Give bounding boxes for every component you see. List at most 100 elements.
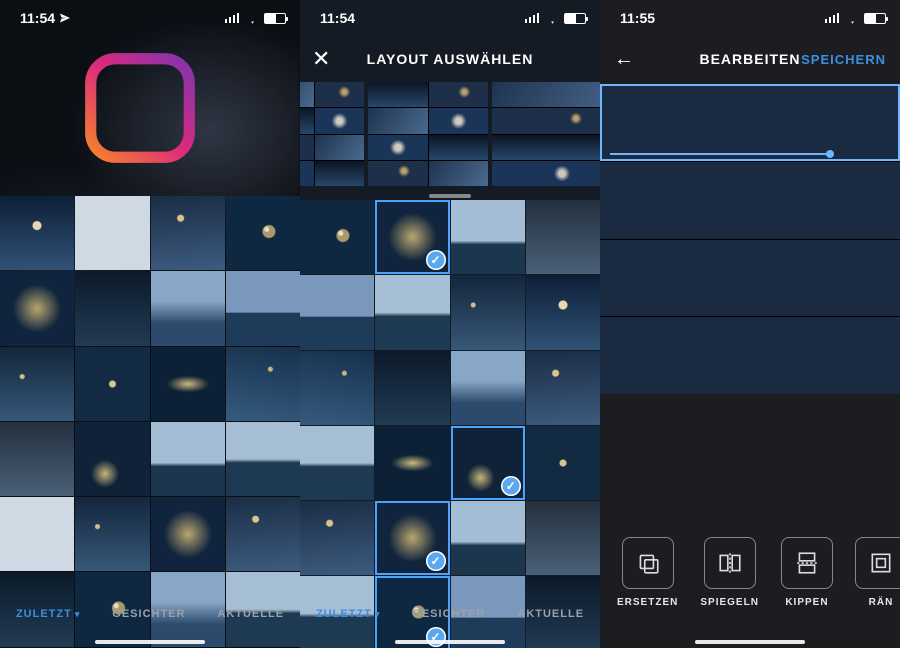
action-flip[interactable]: KIPPEN — [781, 537, 833, 608]
photo-thumb[interactable] — [226, 196, 300, 270]
home-indicator[interactable] — [695, 640, 805, 644]
photo-thumb[interactable] — [300, 200, 374, 274]
layout-option[interactable] — [368, 82, 488, 186]
source-tabs: ZULETZT▾ GESICHTER AKTUELLE — [0, 608, 300, 638]
screen-layout-picker: 11:54 ✕ LAYOUT AUSWÄHLEN ✓ — [300, 0, 600, 648]
photo-thumb[interactable] — [75, 497, 149, 571]
action-label: ERSETZEN — [617, 597, 678, 608]
photo-thumb[interactable] — [151, 196, 225, 270]
collage-cell[interactable] — [600, 317, 900, 394]
collage-preview — [600, 84, 900, 394]
photo-thumb[interactable] — [151, 347, 225, 421]
photo-thumb[interactable] — [300, 501, 374, 575]
photo-thumb[interactable] — [0, 271, 74, 345]
check-icon: ✓ — [501, 476, 521, 496]
photo-thumb[interactable] — [226, 422, 300, 496]
tab-current[interactable]: AKTUELLE — [217, 608, 284, 620]
photo-thumb[interactable] — [151, 497, 225, 571]
home-indicator[interactable] — [95, 640, 205, 644]
collage-cell-selected[interactable] — [600, 84, 900, 161]
chevron-down-icon: ▾ — [375, 609, 381, 620]
location-icon — [59, 12, 71, 24]
photo-grid: ✓ ✓ ✓ ✓ — [300, 200, 600, 604]
photo-thumb[interactable] — [226, 271, 300, 345]
photo-thumb[interactable] — [75, 271, 149, 345]
photo-thumb[interactable] — [151, 422, 225, 496]
crop-slider[interactable] — [610, 153, 830, 155]
screen-edit: 11:55 ← BEARBEITEN SPEICHERN ERSETZEN SP… — [600, 0, 900, 648]
signal-icon — [225, 13, 241, 23]
status-right — [525, 13, 586, 24]
layout-title: LAYOUT AUSWÄHLEN — [367, 51, 534, 67]
photo-thumb[interactable] — [451, 275, 525, 349]
photo-thumb[interactable] — [300, 351, 374, 425]
layout-app-logo — [84, 52, 196, 164]
time-text: 11:54 — [20, 10, 55, 26]
tab-recent[interactable]: ZULETZT▾ — [16, 608, 80, 620]
action-label: KIPPEN — [785, 597, 828, 608]
tab-current[interactable]: AKTUELLE — [517, 608, 584, 620]
photo-thumb[interactable] — [0, 347, 74, 421]
tab-recent[interactable]: ZULETZT▾ — [316, 608, 380, 620]
action-mirror[interactable]: SPIEGELN — [700, 537, 759, 608]
action-border[interactable]: RÄN — [855, 537, 900, 608]
photo-thumb[interactable] — [75, 196, 149, 270]
tab-faces[interactable]: GESICHTER — [112, 608, 185, 620]
layout-header: ✕ LAYOUT AUSWÄHLEN — [300, 36, 600, 82]
status-bar: 11:54 — [0, 0, 300, 36]
layout-options[interactable] — [300, 82, 600, 192]
layout-option[interactable] — [300, 82, 364, 186]
photo-thumb[interactable] — [75, 422, 149, 496]
action-label: SPIEGELN — [700, 597, 759, 608]
photo-thumb[interactable] — [226, 497, 300, 571]
collage-cell[interactable] — [600, 240, 900, 317]
time-text: 11:55 — [620, 10, 655, 26]
photo-thumb[interactable] — [300, 426, 374, 500]
tab-faces[interactable]: GESICHTER — [412, 608, 485, 620]
photo-thumb[interactable] — [375, 351, 449, 425]
photo-thumb[interactable] — [75, 347, 149, 421]
photo-thumb[interactable] — [375, 426, 449, 500]
drag-handle[interactable] — [429, 194, 471, 198]
photo-thumb[interactable] — [226, 347, 300, 421]
status-right — [225, 13, 286, 24]
layout-option[interactable] — [492, 82, 600, 186]
wifi-icon — [845, 13, 860, 24]
photo-thumb[interactable] — [151, 271, 225, 345]
flip-icon — [781, 537, 833, 589]
edit-actions: ERSETZEN SPIEGELN KIPPEN RÄN — [600, 537, 900, 608]
close-button[interactable]: ✕ — [312, 46, 331, 72]
status-time: 11:54 — [20, 10, 71, 26]
photo-thumb[interactable] — [375, 275, 449, 349]
action-replace[interactable]: ERSETZEN — [617, 537, 678, 608]
photo-thumb[interactable] — [451, 351, 525, 425]
home-indicator[interactable] — [395, 640, 505, 644]
time-text: 11:54 — [320, 10, 355, 26]
photo-thumb[interactable] — [0, 497, 74, 571]
back-button[interactable]: ← — [614, 48, 635, 71]
source-tabs: ZULETZT▾ GESICHTER AKTUELLE — [300, 608, 600, 638]
save-button[interactable]: SPEICHERN — [801, 52, 886, 67]
photo-thumb[interactable] — [300, 275, 374, 349]
check-icon: ✓ — [426, 551, 446, 571]
replace-icon — [622, 537, 674, 589]
photo-thumb[interactable] — [0, 196, 74, 270]
photo-thumb[interactable] — [526, 200, 600, 274]
collage-cell[interactable] — [600, 162, 900, 239]
photo-thumb[interactable] — [526, 351, 600, 425]
wifi-icon — [545, 13, 560, 24]
photo-thumb[interactable] — [526, 426, 600, 500]
signal-icon — [825, 13, 841, 23]
photo-thumb-selected[interactable]: ✓ — [375, 200, 449, 274]
battery-icon — [864, 13, 886, 24]
photo-thumb[interactable] — [0, 422, 74, 496]
photo-thumb[interactable] — [451, 501, 525, 575]
screen-gallery: 11:54 — [0, 0, 300, 648]
photo-thumb[interactable] — [451, 200, 525, 274]
photo-thumb[interactable] — [526, 275, 600, 349]
photo-thumb-selected[interactable]: ✓ — [375, 501, 449, 575]
edit-header: ← BEARBEITEN SPEICHERN — [600, 36, 900, 82]
photo-thumb[interactable] — [526, 501, 600, 575]
edit-title: BEARBEITEN — [699, 51, 800, 67]
photo-thumb-selected[interactable]: ✓ — [451, 426, 525, 500]
